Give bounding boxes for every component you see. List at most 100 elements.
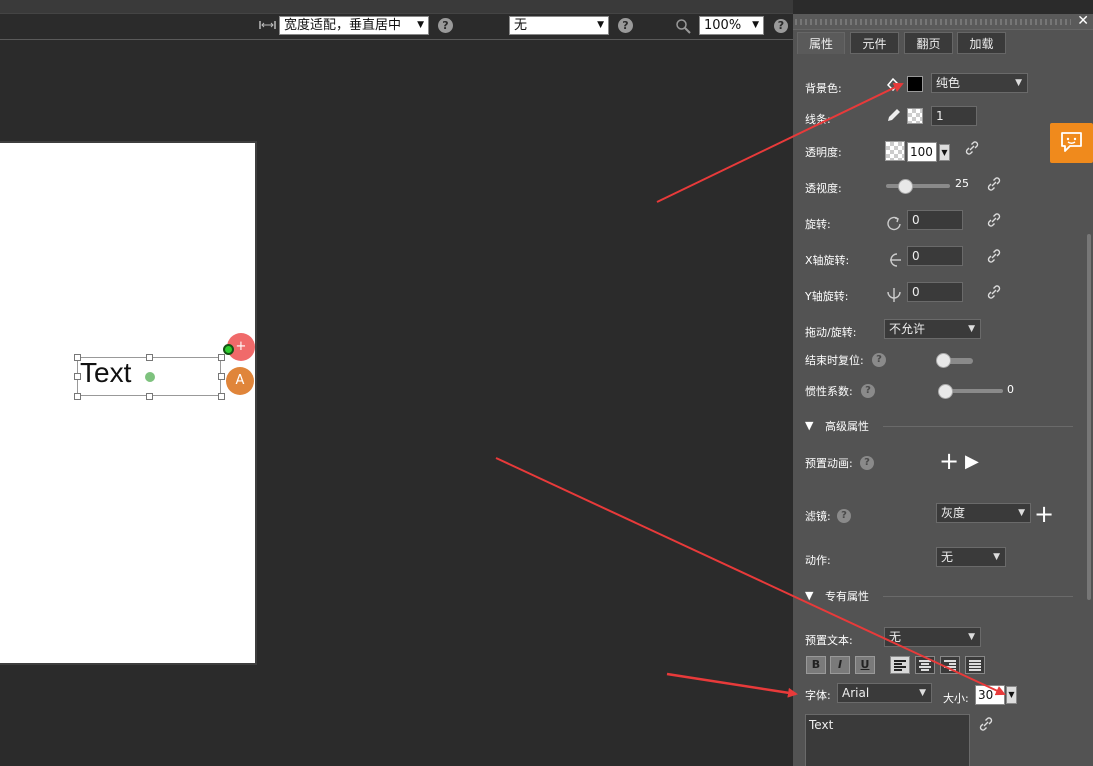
link-icon[interactable] (986, 284, 1002, 300)
background-fill-select[interactable]: 纯色 ▼ (931, 73, 1028, 93)
italic-button[interactable]: I (830, 656, 850, 674)
help-icon[interactable]: ? (774, 19, 788, 33)
size-input[interactable]: 30 (975, 685, 1005, 705)
resize-handle[interactable] (74, 393, 81, 400)
effect-select[interactable]: 无 ▼ (509, 16, 609, 35)
fit-mode-select[interactable]: 宽度适配，垂直居中 ▼ (279, 16, 429, 35)
background-color-label: 背景色: (805, 82, 842, 95)
opacity-dropdown-button[interactable]: ▼ (939, 144, 950, 161)
resize-handle[interactable] (74, 373, 81, 380)
background-color-swatch[interactable] (907, 76, 923, 92)
perspective-value: 25 (955, 177, 969, 190)
advanced-section-header[interactable]: ▼ 高级属性 (793, 417, 1073, 435)
perspective-slider-knob[interactable] (898, 179, 913, 194)
canvas-toolbar: 宽度适配，垂直居中 ▼ ? 无 ▼ ? 100% ▼ ? (0, 14, 793, 40)
add-filter-button[interactable]: + (1034, 501, 1054, 527)
text-element[interactable]: Text (77, 357, 221, 396)
action-select[interactable]: 无 ▼ (936, 547, 1006, 567)
link-icon[interactable] (986, 248, 1002, 264)
reset-on-end-toggle-knob[interactable] (936, 353, 951, 368)
perspective-slider[interactable] (886, 184, 950, 188)
add-animation-button[interactable]: + (939, 448, 959, 474)
design-canvas-page[interactable] (0, 141, 257, 665)
align-left-button[interactable] (890, 656, 910, 674)
rotation-input[interactable]: 0 (907, 210, 963, 230)
chevron-down-icon: ▼ (968, 324, 975, 334)
chevron-down-icon: ▼ (752, 20, 759, 30)
fit-width-icon (259, 21, 276, 29)
help-icon[interactable]: ? (861, 384, 875, 398)
link-icon[interactable] (986, 212, 1002, 228)
border-color-swatch[interactable] (907, 108, 923, 124)
preset-text-label: 预置文本: (805, 634, 853, 647)
text-content-value: Text (809, 718, 834, 732)
section-divider (883, 426, 1073, 427)
y-axis-rotate-icon (887, 288, 901, 302)
help-icon[interactable]: ? (438, 18, 453, 33)
size-label: 大小: (943, 692, 969, 705)
y-rotation-input[interactable]: 0 (907, 282, 963, 302)
resize-handle[interactable] (146, 393, 153, 400)
sparkle-plus-icon: + (235, 339, 247, 354)
chevron-down-icon: ▼ (993, 552, 1000, 562)
preset-text-value: 无 (889, 630, 902, 644)
zoom-select[interactable]: 100% ▼ (699, 16, 764, 35)
tab-components[interactable]: 元件 (850, 32, 899, 54)
tab-properties[interactable]: 属性 (797, 32, 845, 54)
inertia-label: 惯性系数: (805, 385, 853, 398)
text-element-content: Text (80, 357, 132, 388)
help-icon[interactable]: ? (872, 353, 886, 367)
panel-scrollbar[interactable] (1087, 234, 1091, 600)
link-icon[interactable] (964, 140, 980, 156)
tab-page-flip[interactable]: 翻页 (904, 32, 953, 54)
help-icon[interactable]: ? (860, 456, 874, 470)
font-select[interactable]: Arial ▼ (837, 683, 932, 703)
link-icon[interactable] (986, 176, 1002, 192)
pencil-icon[interactable] (886, 107, 902, 123)
chevron-down-icon: ▼ (1018, 508, 1025, 518)
preset-animation-label: 预置动画: (805, 457, 853, 470)
filter-select[interactable]: 灰度 ▼ (936, 503, 1031, 523)
feedback-button[interactable] (1050, 123, 1093, 163)
text-anchor-dot[interactable] (145, 372, 155, 382)
inertia-slider-knob[interactable] (938, 384, 953, 399)
opacity-input[interactable]: 100 (907, 142, 937, 162)
add-text-button[interactable]: A (226, 367, 254, 395)
rotation-label: 旋转: (805, 218, 831, 231)
rotate-handle[interactable] (223, 344, 234, 355)
border-width-input[interactable]: 1 (931, 106, 977, 126)
x-rotation-input[interactable]: 0 (907, 246, 963, 266)
resize-handle[interactable] (218, 354, 225, 361)
chat-bubble-icon (1061, 132, 1082, 152)
resize-handle[interactable] (218, 373, 225, 380)
resize-handle[interactable] (218, 393, 225, 400)
help-icon[interactable]: ? (618, 18, 633, 33)
align-center-button[interactable] (915, 656, 935, 674)
close-icon[interactable]: ✕ (1077, 13, 1089, 29)
preset-text-select[interactable]: 无 ▼ (884, 627, 981, 647)
magnifier-icon[interactable] (675, 18, 691, 34)
resize-handle[interactable] (146, 354, 153, 361)
opacity-value: 100 (910, 145, 933, 159)
align-justify-button[interactable] (965, 656, 985, 674)
chevron-down-icon: ▼ (417, 20, 424, 30)
rotate-icon (887, 216, 901, 231)
opacity-swatch (885, 141, 905, 161)
underline-button[interactable]: U (855, 656, 875, 674)
special-section-header[interactable]: ▼ 专有属性 (793, 587, 1073, 605)
drag-rotate-select[interactable]: 不允许 ▼ (884, 319, 981, 339)
bold-button[interactable]: B (806, 656, 826, 674)
align-right-button[interactable] (940, 656, 960, 674)
tab-loading[interactable]: 加载 (957, 32, 1006, 54)
link-icon[interactable] (978, 716, 994, 732)
resize-handle[interactable] (74, 354, 81, 361)
help-icon[interactable]: ? (837, 509, 851, 523)
chevron-down-icon: ▼ (1015, 78, 1022, 88)
drag-grip[interactable] (795, 19, 1071, 25)
special-section-title: 专有属性 (825, 590, 869, 603)
play-animation-button[interactable]: ▶ (965, 451, 979, 473)
size-dropdown-button[interactable]: ▼ (1006, 686, 1017, 704)
section-divider (883, 596, 1073, 597)
text-content-area[interactable]: Text (805, 714, 970, 766)
paint-bucket-icon[interactable] (884, 75, 902, 93)
